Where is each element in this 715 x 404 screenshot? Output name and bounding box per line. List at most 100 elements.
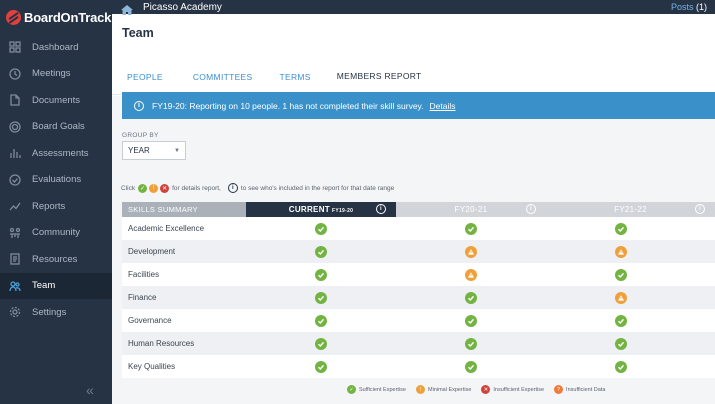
table-row: Governance xyxy=(122,309,715,332)
collapse-sidebar-icon[interactable]: « xyxy=(86,382,94,398)
column-header-current[interactable]: CURRENT FY19-20 i xyxy=(246,202,396,217)
status-cell xyxy=(246,360,396,373)
sufficient-expertise-icon[interactable] xyxy=(465,314,477,327)
status-cell xyxy=(546,245,715,258)
minimal-expertise-icon: ! xyxy=(415,385,425,394)
tab-bar: PEOPLE COMMITTEES TERMS MEMBERS REPORT xyxy=(112,58,715,95)
info-icon[interactable]: i xyxy=(376,204,386,214)
legend-label: Sufficient Expertise xyxy=(359,386,406,393)
sidebar-nav: Dashboard Meetings Documents Board Goals… xyxy=(0,34,112,326)
sufficient-expertise-icon[interactable] xyxy=(315,222,327,235)
hint-prefix: Click xyxy=(121,184,136,192)
table-row: Finance xyxy=(122,286,715,309)
skill-label: Governance xyxy=(128,316,172,325)
sidebar: BoardOnTrack Dashboard Meetings Document… xyxy=(0,0,112,404)
status-cell xyxy=(246,314,396,327)
group-by-select[interactable]: YEAR ▼ xyxy=(122,141,186,160)
sidebar-item-team[interactable]: Team xyxy=(0,272,112,299)
status-cell xyxy=(396,222,546,235)
target-icon xyxy=(9,121,21,133)
table-header: SKILLS SUMMARY CURRENT FY19-20 i FY20-21… xyxy=(122,202,715,217)
status-cell xyxy=(396,337,546,350)
community-icon xyxy=(9,227,21,239)
info-icon[interactable]: i xyxy=(526,204,536,214)
insufficient-data-icon: ? xyxy=(554,385,564,394)
brand-name: BoardOnTrack xyxy=(24,9,112,25)
org-name[interactable]: Picasso Academy xyxy=(143,2,222,13)
sidebar-item-assessments[interactable]: Assessments xyxy=(0,140,112,167)
sidebar-item-evaluations[interactable]: Evaluations xyxy=(0,167,112,194)
sidebar-item-label: Evaluations xyxy=(32,174,82,186)
sufficient-expertise-icon[interactable] xyxy=(465,360,477,373)
posts-link[interactable]: Posts (1) xyxy=(671,2,707,12)
sidebar-item-label: Community xyxy=(32,227,81,239)
sufficient-expertise-icon[interactable] xyxy=(315,245,327,258)
sufficient-expertise-icon[interactable] xyxy=(315,314,327,327)
sufficient-expertise-icon[interactable] xyxy=(465,222,477,235)
sidebar-item-label: Meetings xyxy=(32,68,71,80)
clock-icon xyxy=(9,68,21,80)
info-icon[interactable]: i xyxy=(695,204,705,214)
skill-label: Finance xyxy=(128,293,157,302)
sidebar-item-dashboard[interactable]: Dashboard xyxy=(0,34,112,61)
hint-text: Click ✓ ! ✕ for details report, i to see… xyxy=(121,183,394,193)
posts-count: (1) xyxy=(696,2,707,12)
legend-label: Minimal Expertise xyxy=(427,386,472,393)
column-header-fy20-21[interactable]: FY20-21 i xyxy=(396,202,546,217)
sufficient-expertise-icon: ✓ xyxy=(347,385,356,394)
hint-middle: for details report, xyxy=(172,184,221,192)
home-icon[interactable] xyxy=(121,2,133,15)
sufficient-expertise-icon[interactable] xyxy=(615,222,627,235)
status-cell xyxy=(396,291,546,304)
table-row: Key Qualities xyxy=(122,355,715,378)
info-icon: i xyxy=(134,100,144,111)
tab-people[interactable]: PEOPLE xyxy=(119,58,171,95)
sidebar-item-board-goals[interactable]: Board Goals xyxy=(0,114,112,141)
details-link[interactable]: Details xyxy=(430,101,456,111)
minimal-expertise-icon[interactable] xyxy=(615,245,627,258)
sufficient-expertise-icon[interactable] xyxy=(615,268,627,281)
legend-label: Insufficient Data xyxy=(566,386,606,393)
sufficient-expertise-icon[interactable] xyxy=(315,337,327,350)
sufficient-expertise-icon[interactable] xyxy=(315,268,327,281)
sidebar-item-community[interactable]: Community xyxy=(0,220,112,247)
sufficient-expertise-icon[interactable] xyxy=(465,291,477,304)
report-banner: i FY19-20: Reporting on 10 people. 1 has… xyxy=(122,92,715,119)
sidebar-item-settings[interactable]: Settings xyxy=(0,299,112,326)
tab-terms[interactable]: TERMS xyxy=(272,58,319,95)
brand[interactable]: BoardOnTrack xyxy=(0,0,112,34)
table-body: Academic Excellence Development Facilities… xyxy=(122,217,715,378)
legend-item-insufficient-expertise: ✕ Insufficient Expertise xyxy=(481,385,544,394)
check-icon: ✓ xyxy=(138,183,148,193)
group-by-value: YEAR xyxy=(128,146,150,155)
column-header-fy21-22[interactable]: FY21-22 i xyxy=(546,202,715,217)
book-icon xyxy=(9,253,21,265)
column-label: FY21-22 xyxy=(614,205,647,214)
status-cell xyxy=(546,291,715,304)
tab-committees[interactable]: COMMITTEES xyxy=(185,58,261,95)
sufficient-expertise-icon[interactable] xyxy=(465,337,477,350)
sidebar-item-reports[interactable]: Reports xyxy=(0,193,112,220)
banner-text: FY19-20: Reporting on 10 people. 1 has n… xyxy=(152,100,424,111)
minimal-expertise-icon[interactable] xyxy=(615,291,627,304)
sufficient-expertise-icon[interactable] xyxy=(615,337,627,350)
sidebar-item-resources[interactable]: Resources xyxy=(0,246,112,273)
minimal-expertise-icon[interactable] xyxy=(465,245,477,258)
status-cell xyxy=(546,268,715,281)
sidebar-item-documents[interactable]: Documents xyxy=(0,87,112,114)
minimal-expertise-icon[interactable] xyxy=(465,268,477,281)
sufficient-expertise-icon[interactable] xyxy=(615,360,627,373)
tab-members-report[interactable]: MEMBERS REPORT xyxy=(328,58,430,95)
sufficient-expertise-icon[interactable] xyxy=(315,291,327,304)
x-icon: ✕ xyxy=(160,183,170,193)
app: BoardOnTrack Dashboard Meetings Document… xyxy=(0,0,715,404)
bar-chart-icon xyxy=(9,147,21,159)
info-icon: i xyxy=(227,183,238,193)
sufficient-expertise-icon[interactable] xyxy=(315,360,327,373)
column-label: FY20-21 xyxy=(454,205,488,214)
sidebar-item-meetings[interactable]: Meetings xyxy=(0,61,112,88)
trend-line-icon xyxy=(9,200,21,212)
people-icon xyxy=(9,280,21,292)
sufficient-expertise-icon[interactable] xyxy=(615,314,627,327)
gear-icon xyxy=(9,306,21,318)
